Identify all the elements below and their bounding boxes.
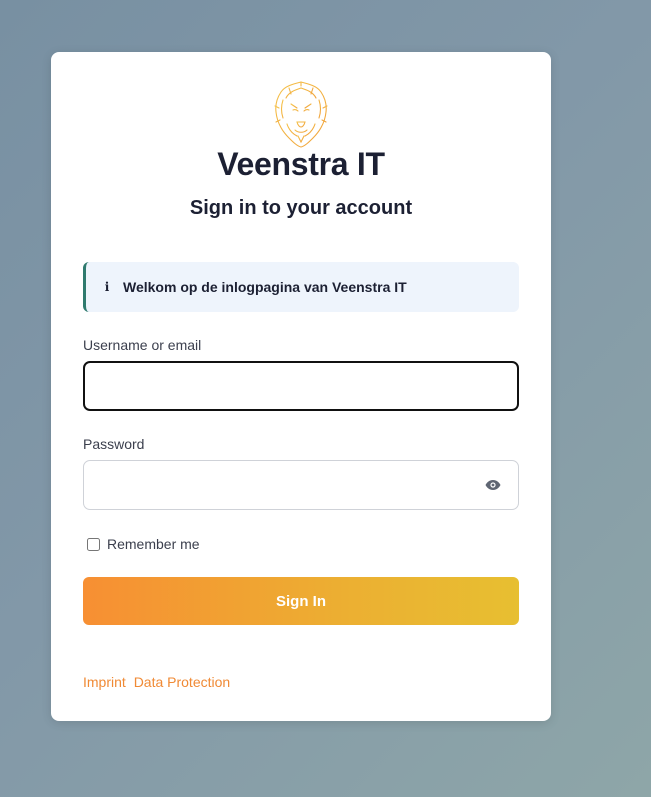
data-protection-link[interactable]: Data Protection: [134, 674, 231, 690]
info-alert: i Welkom op de inlogpagina van Veenstra …: [83, 262, 519, 312]
username-input[interactable]: [83, 361, 519, 411]
password-label: Password: [83, 436, 145, 452]
remember-me-checkbox[interactable]: [87, 537, 100, 551]
footer-links: Imprint Data Protection: [83, 674, 234, 690]
info-icon: i: [104, 280, 110, 294]
imprint-link[interactable]: Imprint: [83, 674, 126, 690]
eye-icon[interactable]: [485, 479, 501, 491]
login-card: Veenstra IT Sign in to your account i We…: [51, 52, 551, 721]
sign-in-button[interactable]: Sign In: [83, 577, 519, 625]
remember-me-row: Remember me: [87, 536, 200, 552]
page-title: Sign in to your account: [189, 197, 413, 219]
username-label: Username or email: [83, 337, 202, 353]
lion-head-icon: [274, 81, 328, 148]
remember-me-label[interactable]: Remember me: [107, 536, 200, 552]
brand-name: Veenstra IT: [217, 146, 385, 182]
alert-message: Welkom op de inlogpagina van Veenstra IT: [123, 279, 407, 295]
password-input[interactable]: [83, 460, 519, 510]
